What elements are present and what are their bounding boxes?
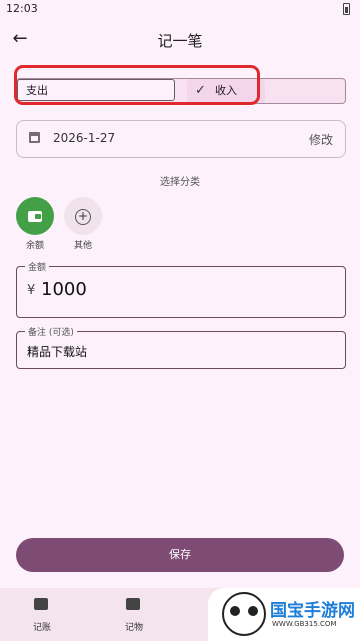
watermark: 国宝手游网 WWW.GB315.COM xyxy=(208,588,360,641)
nav-item-items[interactable]: 记物 xyxy=(104,588,164,641)
watermark-title: 国宝手游网 xyxy=(270,601,355,621)
panda-logo-icon xyxy=(222,592,266,636)
archive-icon xyxy=(126,598,140,610)
wallet-icon xyxy=(34,598,48,610)
category-icon-circle: + xyxy=(64,197,102,235)
date-value: 2026-1-27 xyxy=(53,131,116,145)
highlight-annotation xyxy=(14,65,260,105)
nav-label: 记账 xyxy=(32,623,51,633)
category-item-other[interactable]: + 其他 xyxy=(64,197,104,251)
wallet-icon xyxy=(28,211,42,222)
status-bar: 12:03 xyxy=(0,0,360,18)
category-label: 余额 xyxy=(25,241,44,251)
category-icon-circle xyxy=(16,197,54,235)
add-circle-icon: + xyxy=(75,208,91,225)
watermark-url: WWW.GB315.COM xyxy=(272,620,337,628)
notes-input[interactable]: 精品下载站 xyxy=(27,343,87,360)
amount-label: 金额 xyxy=(25,260,50,273)
amount-input[interactable]: 1000 xyxy=(41,279,87,300)
battery-icon xyxy=(343,3,350,15)
nav-item-bookkeeping[interactable]: 记账 xyxy=(12,588,72,641)
calendar-icon xyxy=(29,132,40,143)
notes-field[interactable]: 备注 (可选) 精品下载站 xyxy=(16,325,346,369)
currency-symbol: ¥ xyxy=(27,283,36,298)
category-title: 选择分类 xyxy=(160,177,200,188)
save-button[interactable]: 保存 xyxy=(16,538,344,572)
date-card[interactable]: 2026-1-27 修改 xyxy=(16,120,346,158)
category-label: 其他 xyxy=(73,241,92,251)
status-time: 12:03 xyxy=(6,2,38,15)
modify-date-link[interactable]: 修改 xyxy=(309,131,333,148)
amount-field[interactable]: 金额 ¥ 1000 xyxy=(16,260,346,318)
page-title: 记一笔 xyxy=(157,32,203,50)
notes-label: 备注 (可选) xyxy=(25,325,77,338)
category-item-balance[interactable]: 余额 xyxy=(16,197,56,251)
nav-label: 记物 xyxy=(124,623,143,633)
